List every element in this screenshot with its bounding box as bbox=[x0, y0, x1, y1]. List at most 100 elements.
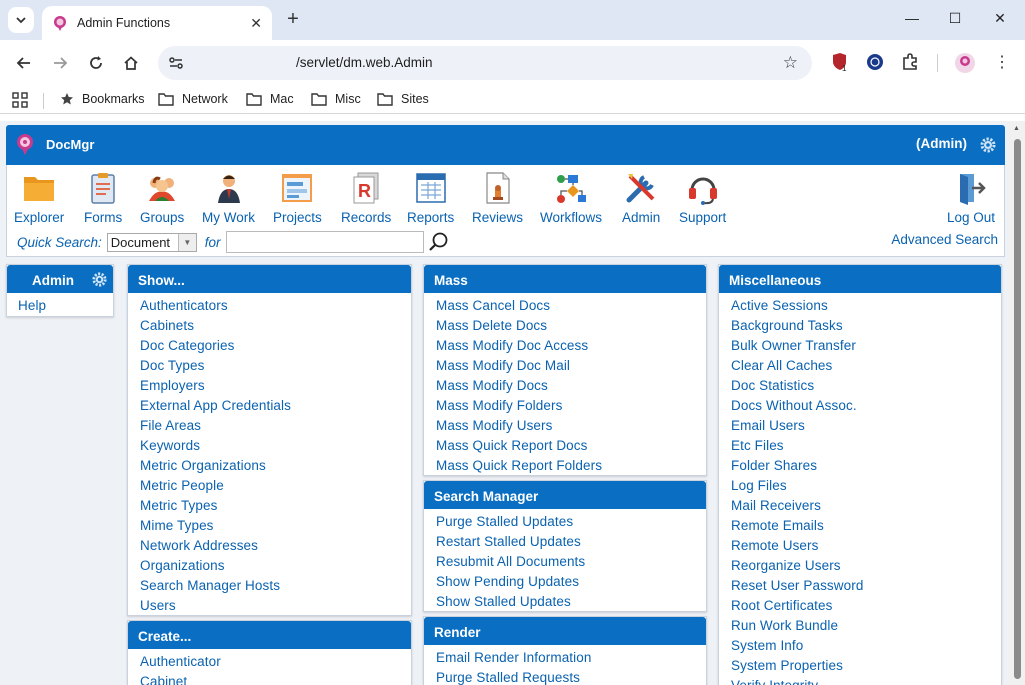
mass-link-modify-users[interactable]: Mass Modify Users bbox=[436, 416, 706, 436]
search-icon[interactable] bbox=[427, 231, 451, 253]
new-tab-button[interactable]: + bbox=[282, 9, 304, 31]
gear-icon[interactable] bbox=[979, 136, 997, 154]
scroll-up-icon[interactable]: ▲ bbox=[1013, 125, 1020, 132]
scrollbar-thumb[interactable] bbox=[1014, 139, 1021, 679]
nav-explorer[interactable]: Explorer bbox=[14, 171, 64, 225]
nav-workflows[interactable]: Workflows bbox=[540, 171, 602, 225]
sm-link-show-pending-updates[interactable]: Show Pending Updates bbox=[436, 572, 706, 592]
show-link-network-addresses[interactable]: Network Addresses bbox=[140, 536, 411, 556]
mass-link-quick-report-docs[interactable]: Mass Quick Report Docs bbox=[436, 436, 706, 456]
gear-icon[interactable] bbox=[91, 271, 108, 288]
url-text[interactable]: /servlet/dm.web.Admin bbox=[296, 55, 433, 70]
site-settings-icon[interactable] bbox=[166, 53, 186, 73]
misc-link-reorganize-users[interactable]: Reorganize Users bbox=[731, 556, 1001, 576]
bookmark-folder-network[interactable]: Network bbox=[158, 92, 228, 106]
nav-reviews[interactable]: Reviews bbox=[472, 171, 523, 225]
browser-menu-icon[interactable]: ⋮ bbox=[992, 52, 1012, 72]
misc-link-system-properties[interactable]: System Properties bbox=[731, 656, 1001, 676]
logout-button[interactable]: Log Out bbox=[947, 171, 995, 225]
render-link-purge-stalled-requests[interactable]: Purge Stalled Requests bbox=[436, 668, 706, 685]
mass-link-cancel-docs[interactable]: Mass Cancel Docs bbox=[436, 296, 706, 316]
profile-avatar[interactable] bbox=[954, 52, 975, 73]
mass-link-quick-report-folders[interactable]: Mass Quick Report Folders bbox=[436, 456, 706, 476]
misc-link-clear-all-caches[interactable]: Clear All Caches bbox=[731, 356, 1001, 376]
bookmark-bookmarks[interactable]: Bookmarks bbox=[60, 92, 145, 106]
misc-link-root-certificates[interactable]: Root Certificates bbox=[731, 596, 1001, 616]
show-link-mime-types[interactable]: Mime Types bbox=[140, 516, 411, 536]
puzzle-extensions-icon[interactable] bbox=[900, 52, 920, 72]
back-button[interactable] bbox=[13, 52, 35, 74]
mass-link-modify-doc-mail[interactable]: Mass Modify Doc Mail bbox=[436, 356, 706, 376]
nav-my-work[interactable]: My Work bbox=[202, 171, 255, 225]
page-scrollbar[interactable]: ▲ bbox=[1009, 121, 1025, 685]
show-link-search-manager-hosts[interactable]: Search Manager Hosts bbox=[140, 576, 411, 596]
show-link-metric-organizations[interactable]: Metric Organizations bbox=[140, 456, 411, 476]
misc-link-mail-receivers[interactable]: Mail Receivers bbox=[731, 496, 1001, 516]
show-link-metric-types[interactable]: Metric Types bbox=[140, 496, 411, 516]
misc-link-etc-files[interactable]: Etc Files bbox=[731, 436, 1001, 456]
show-link-authenticators[interactable]: Authenticators bbox=[140, 296, 411, 316]
misc-link-verify-integrity[interactable]: Verify Integrity bbox=[731, 676, 1001, 685]
misc-link-docs-without-assoc[interactable]: Docs Without Assoc. bbox=[731, 396, 1001, 416]
show-link-organizations[interactable]: Organizations bbox=[140, 556, 411, 576]
show-link-doc-types[interactable]: Doc Types bbox=[140, 356, 411, 376]
advanced-search-link[interactable]: Advanced Search bbox=[891, 232, 998, 247]
show-link-cabinets[interactable]: Cabinets bbox=[140, 316, 411, 336]
sm-link-purge-stalled-updates[interactable]: Purge Stalled Updates bbox=[436, 512, 706, 532]
show-link-file-areas[interactable]: File Areas bbox=[140, 416, 411, 436]
reload-button[interactable] bbox=[85, 52, 107, 74]
apps-grid-icon[interactable] bbox=[12, 92, 36, 108]
misc-link-email-users[interactable]: Email Users bbox=[731, 416, 1001, 436]
sm-link-resubmit-all-documents[interactable]: Resubmit All Documents bbox=[436, 552, 706, 572]
quick-search-type-select[interactable]: Document ▼ bbox=[106, 232, 197, 252]
mass-link-modify-doc-access[interactable]: Mass Modify Doc Access bbox=[436, 336, 706, 356]
show-link-metric-people[interactable]: Metric People bbox=[140, 476, 411, 496]
sm-link-show-stalled-updates[interactable]: Show Stalled Updates bbox=[436, 592, 706, 612]
misc-link-folder-shares[interactable]: Folder Shares bbox=[731, 456, 1001, 476]
mass-link-modify-docs[interactable]: Mass Modify Docs bbox=[436, 376, 706, 396]
close-tab-icon[interactable]: ✕ bbox=[250, 15, 262, 32]
render-link-email-render-information[interactable]: Email Render Information bbox=[436, 648, 706, 668]
show-link-doc-categories[interactable]: Doc Categories bbox=[140, 336, 411, 356]
create-link-cabinet[interactable]: Cabinet bbox=[140, 672, 411, 685]
address-bar[interactable]: /servlet/dm.web.Admin ☆ bbox=[158, 46, 812, 80]
misc-link-run-work-bundle[interactable]: Run Work Bundle bbox=[731, 616, 1001, 636]
nav-projects[interactable]: Projects bbox=[273, 171, 322, 225]
nav-admin[interactable]: Admin bbox=[622, 171, 660, 225]
tab-search-button[interactable] bbox=[8, 7, 34, 33]
forward-button[interactable] bbox=[49, 52, 71, 74]
misc-link-active-sessions[interactable]: Active Sessions bbox=[731, 296, 1001, 316]
minimize-icon[interactable]: — bbox=[902, 10, 922, 26]
admin-link-help[interactable]: Help bbox=[18, 296, 113, 316]
show-link-employers[interactable]: Employers bbox=[140, 376, 411, 396]
mass-link-modify-folders[interactable]: Mass Modify Folders bbox=[436, 396, 706, 416]
misc-link-doc-statistics[interactable]: Doc Statistics bbox=[731, 376, 1001, 396]
nav-records[interactable]: R Records bbox=[341, 171, 391, 225]
nav-groups[interactable]: Groups bbox=[140, 171, 184, 225]
maximize-icon[interactable]: ☐ bbox=[945, 10, 965, 27]
window-close-icon[interactable]: ✕ bbox=[990, 10, 1010, 27]
misc-link-remote-emails[interactable]: Remote Emails bbox=[731, 516, 1001, 536]
show-link-keywords[interactable]: Keywords bbox=[140, 436, 411, 456]
nav-forms[interactable]: Forms bbox=[84, 171, 122, 225]
misc-link-log-files[interactable]: Log Files bbox=[731, 476, 1001, 496]
bookmark-folder-misc[interactable]: Misc bbox=[311, 92, 361, 106]
misc-link-remote-users[interactable]: Remote Users bbox=[731, 536, 1001, 556]
show-link-external-app-credentials[interactable]: External App Credentials bbox=[140, 396, 411, 416]
show-link-users[interactable]: Users bbox=[140, 596, 411, 616]
sm-link-restart-stalled-updates[interactable]: Restart Stalled Updates bbox=[436, 532, 706, 552]
misc-link-reset-user-password[interactable]: Reset User Password bbox=[731, 576, 1001, 596]
nav-support[interactable]: Support bbox=[679, 171, 726, 225]
bookmark-folder-sites[interactable]: Sites bbox=[377, 92, 429, 106]
shield-extension-icon[interactable]: 1 bbox=[830, 52, 850, 73]
home-button[interactable] bbox=[120, 52, 142, 74]
nav-reports[interactable]: Reports bbox=[407, 171, 454, 225]
globe-extension-icon[interactable] bbox=[865, 52, 885, 72]
create-link-authenticator[interactable]: Authenticator bbox=[140, 652, 411, 672]
bookmark-folder-mac[interactable]: Mac bbox=[246, 92, 294, 106]
misc-link-background-tasks[interactable]: Background Tasks bbox=[731, 316, 1001, 336]
misc-link-bulk-owner-transfer[interactable]: Bulk Owner Transfer bbox=[731, 336, 1001, 356]
mass-link-delete-docs[interactable]: Mass Delete Docs bbox=[436, 316, 706, 336]
misc-link-system-info[interactable]: System Info bbox=[731, 636, 1001, 656]
bookmark-star-icon[interactable]: ☆ bbox=[783, 53, 798, 73]
